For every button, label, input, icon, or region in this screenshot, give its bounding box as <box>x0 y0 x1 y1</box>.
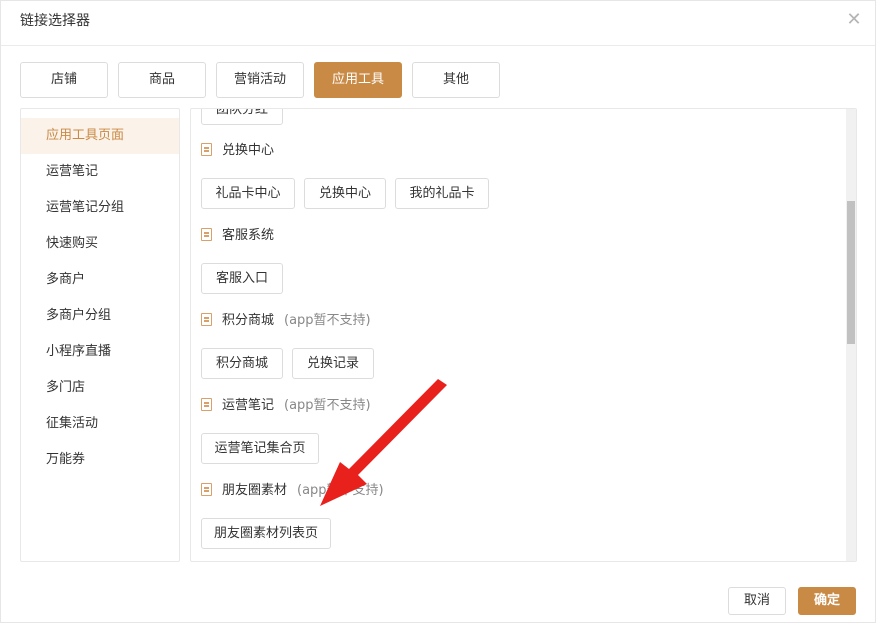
section-title: 积分商城 <box>222 313 275 328</box>
section-header-points-mall: 积分商城 (app暂不支持) <box>201 311 371 331</box>
sidebar-item-collection-activity[interactable]: 征集活动 <box>21 406 179 442</box>
sidebar-item-multi-store[interactable]: 多门店 <box>21 370 179 406</box>
sidebar-item-ops-notes-group[interactable]: 运营笔记分组 <box>21 190 179 226</box>
document-icon <box>201 143 212 156</box>
section-title: 运营笔记 <box>222 398 275 413</box>
link-button-my-gift-cards[interactable]: 我的礼品卡 <box>395 178 489 209</box>
sidebar-item-mini-program-live[interactable]: 小程序直播 <box>21 334 179 370</box>
sidebar-item-universal-coupon[interactable]: 万能券 <box>21 442 179 478</box>
sidebar-item-multi-merchant-group[interactable]: 多商户分组 <box>21 298 179 334</box>
vertical-scrollbar[interactable] <box>846 109 856 561</box>
tab-marketing[interactable]: 营销活动 <box>216 62 304 98</box>
tab-other[interactable]: 其他 <box>412 62 500 98</box>
link-button-customer-service-entry[interactable]: 客服入口 <box>201 263 283 294</box>
document-icon <box>201 483 212 496</box>
link-button-points-mall[interactable]: 积分商城 <box>201 348 283 379</box>
cancel-button[interactable]: 取消 <box>728 587 786 615</box>
link-content-panel: 团队分红 兑换中心 礼品卡中心 兑换中心 我的礼品卡 客服系统 客服入口 积分商… <box>190 108 857 562</box>
sidebar-item-quick-buy[interactable]: 快速购买 <box>21 226 179 262</box>
sidebar: 应用工具页面 运营笔记 运营笔记分组 快速购买 多商户 多商户分组 小程序直播 … <box>20 108 180 562</box>
link-button-exchange-records[interactable]: 兑换记录 <box>292 348 374 379</box>
document-icon <box>201 313 212 326</box>
section-note: (app暂不支持) <box>297 483 384 498</box>
dialog-title: 链接选择器 <box>20 13 90 29</box>
section-header-customer-service: 客服系统 <box>201 226 274 246</box>
link-button-ops-notes-collection[interactable]: 运营笔记集合页 <box>201 433 319 464</box>
tab-app-tools[interactable]: 应用工具 <box>314 62 402 98</box>
link-button-gift-card-center[interactable]: 礼品卡中心 <box>201 178 295 209</box>
section-header-ops-notes: 运营笔记 (app暂不支持) <box>201 396 371 416</box>
close-icon[interactable]: ✕ <box>845 11 863 29</box>
scrollbar-thumb[interactable] <box>847 201 855 344</box>
sidebar-item-ops-notes[interactable]: 运营笔记 <box>21 154 179 190</box>
sidebar-item-app-tools-page[interactable]: 应用工具页面 <box>21 118 179 154</box>
tab-products[interactable]: 商品 <box>118 62 206 98</box>
document-icon <box>201 398 212 411</box>
link-button-moments-materials-list[interactable]: 朋友圈素材列表页 <box>201 518 331 549</box>
confirm-button[interactable]: 确定 <box>798 587 856 615</box>
link-button-exchange-center[interactable]: 兑换中心 <box>304 178 386 209</box>
link-selector-dialog: 链接选择器 ✕ 店铺 商品 营销活动 应用工具 其他 应用工具页面 运营笔记 运… <box>0 0 876 623</box>
section-note: (app暂不支持) <box>284 398 371 413</box>
document-icon <box>201 228 212 241</box>
section-title: 客服系统 <box>222 228 275 243</box>
sidebar-item-multi-merchant[interactable]: 多商户 <box>21 262 179 298</box>
section-header-moments-materials: 朋友圈素材 (app暂不支持) <box>201 481 384 501</box>
section-title: 兑换中心 <box>222 143 275 158</box>
link-button-team-bonus[interactable]: 团队分红 <box>201 109 283 125</box>
dialog-header: 链接选择器 ✕ <box>1 1 875 46</box>
section-note: (app暂不支持) <box>284 313 371 328</box>
section-header-exchange-center: 兑换中心 <box>201 141 274 161</box>
section-title: 朋友圈素材 <box>222 483 288 498</box>
tab-store[interactable]: 店铺 <box>20 62 108 98</box>
